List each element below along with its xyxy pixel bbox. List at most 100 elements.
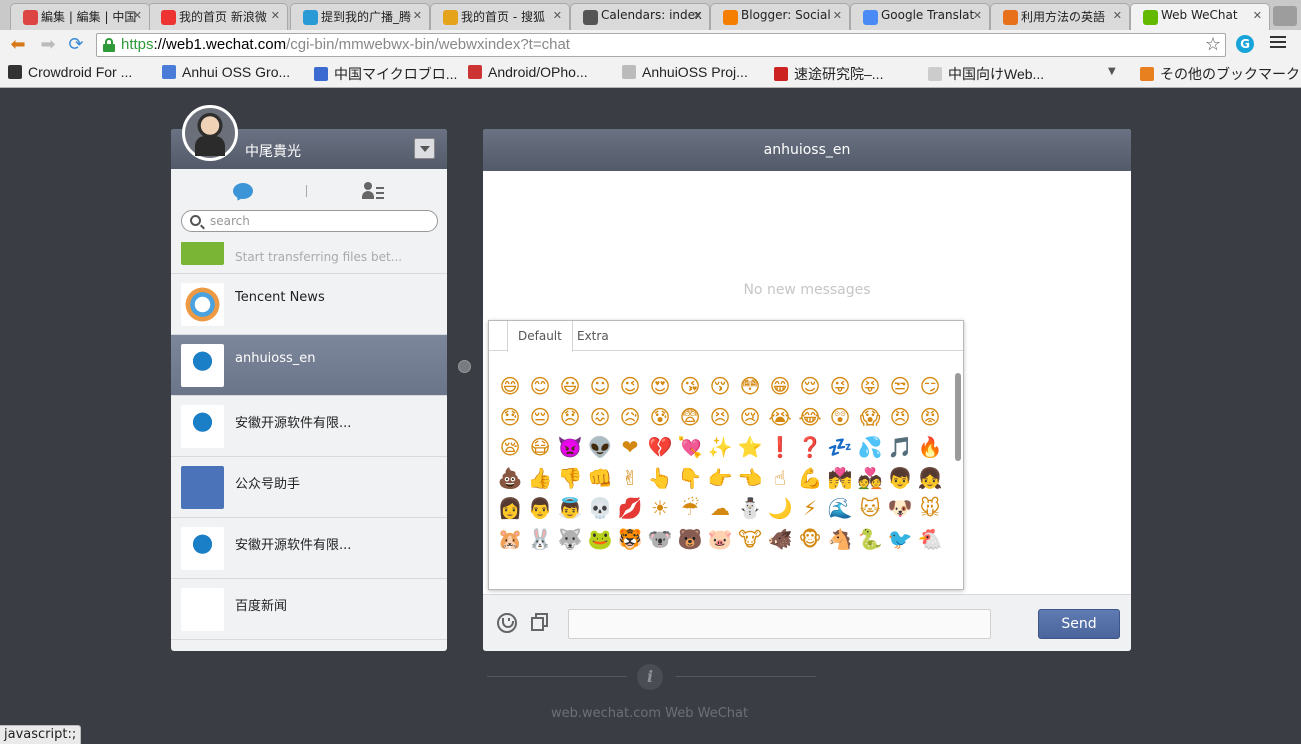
emoji-item[interactable]: 👨 — [525, 493, 555, 524]
emoji-item[interactable]: 👊 — [585, 463, 615, 494]
emoji-item[interactable]: 🐶 — [885, 493, 915, 524]
emoji-item[interactable]: 💩 — [495, 463, 525, 494]
close-tab-icon[interactable]: ✕ — [1113, 9, 1122, 22]
address-bar[interactable]: https://web1.wechat.com/cgi-bin/mmwebwx-… — [96, 33, 1226, 57]
conversation-item[interactable]: anhuioss_en — [171, 335, 447, 396]
emoji-item[interactable]: 😨 — [675, 402, 705, 433]
emoji-item[interactable]: 🐰 — [525, 524, 555, 554]
emoji-item[interactable]: ☔ — [675, 493, 705, 524]
browser-tab[interactable]: Google Translat ✕ — [850, 3, 990, 30]
emoji-item[interactable]: 🐻 — [675, 524, 705, 554]
emoji-item[interactable]: 🎵 — [885, 432, 915, 463]
bookmark-item[interactable]: 中国向けWeb... — [928, 64, 1044, 84]
emoji-item[interactable]: 💑 — [855, 463, 885, 494]
conversation-item[interactable]: Start transferring files bet... — [171, 242, 447, 274]
emoji-item[interactable]: 😞 — [555, 402, 585, 433]
emoji-item[interactable]: 😝 — [855, 371, 885, 402]
close-tab-icon[interactable]: ✕ — [693, 9, 702, 22]
bookmark-item[interactable]: 中国マイクロブロ... — [314, 64, 457, 84]
emoji-item[interactable]: 👇 — [675, 463, 705, 494]
contacts-icon[interactable] — [362, 182, 384, 200]
emoji-item[interactable]: 💏 — [825, 463, 855, 494]
close-tab-icon[interactable]: ✕ — [1253, 9, 1262, 22]
emoji-item[interactable]: 👿 — [555, 432, 585, 463]
panel-resize-handle[interactable] — [458, 360, 471, 373]
close-tab-icon[interactable]: ✕ — [413, 9, 422, 22]
search-input[interactable] — [210, 213, 430, 229]
emoji-item[interactable]: 💘 — [675, 432, 705, 463]
browser-tab[interactable]: 我的首页 - 搜狐 ✕ — [430, 3, 570, 30]
emoji-item[interactable]: 🐸 — [585, 524, 615, 554]
emoji-item[interactable]: 👩 — [495, 493, 525, 524]
bookmark-item[interactable]: 速途研究院–... — [774, 64, 883, 84]
emoji-item[interactable]: 💪 — [795, 463, 825, 494]
emoji-item[interactable]: 🐦 — [885, 524, 915, 554]
close-tab-icon[interactable]: ✕ — [553, 9, 562, 22]
emoji-item[interactable]: ✨ — [705, 432, 735, 463]
emoji-item[interactable]: 😳 — [735, 371, 765, 402]
emoji-item[interactable]: 😷 — [525, 432, 555, 463]
send-file-icon[interactable] — [531, 613, 549, 632]
emoji-item[interactable]: ⛄ — [735, 493, 765, 524]
browser-tab[interactable]: 提到我的广播_腾 ✕ — [290, 3, 430, 30]
browser-tab[interactable]: Calendars: index ✕ — [570, 3, 710, 30]
emoji-item[interactable]: 🐴 — [825, 524, 855, 554]
emoji-item[interactable]: 🐷 — [705, 524, 735, 554]
emoji-item[interactable]: ☺ — [585, 371, 615, 402]
close-tab-icon[interactable]: ✕ — [833, 9, 842, 22]
emoji-item[interactable]: 🐍 — [855, 524, 885, 554]
emoji-item[interactable]: ☝ — [765, 463, 795, 494]
browser-tab[interactable]: Blogger: Social ✕ — [710, 3, 850, 30]
close-tab-icon[interactable]: ✕ — [973, 9, 982, 22]
conversation-item[interactable]: 安徽开源软件有限... — [171, 396, 447, 457]
emoji-item[interactable]: 😌 — [795, 371, 825, 402]
emoji-item[interactable]: 😰 — [645, 402, 675, 433]
emoji-item[interactable]: ❗ — [765, 432, 795, 463]
emoji-item[interactable]: 😉 — [615, 371, 645, 402]
user-avatar[interactable] — [182, 105, 238, 161]
emoji-item[interactable]: 🐔 — [915, 524, 945, 554]
emoji-item[interactable]: 😪 — [495, 432, 525, 463]
emoji-item[interactable]: 💦 — [855, 432, 885, 463]
emoji-item[interactable]: 😍 — [645, 371, 675, 402]
emoji-item[interactable]: 🐭 — [915, 493, 945, 524]
bookmark-item[interactable]: Anhui OSS Gro... — [162, 64, 290, 80]
emoji-item[interactable]: 😁 — [765, 371, 795, 402]
emoji-item[interactable]: 👼 — [555, 493, 585, 524]
emoji-item[interactable]: 😜 — [825, 371, 855, 402]
emoji-item[interactable]: 👽 — [585, 432, 615, 463]
emoji-item[interactable]: 💋 — [615, 493, 645, 524]
emoji-item[interactable]: ❓ — [795, 432, 825, 463]
emoji-item[interactable]: 😣 — [705, 402, 735, 433]
emoji-item[interactable]: 😱 — [855, 402, 885, 433]
emoji-item[interactable]: 😘 — [675, 371, 705, 402]
emoji-item[interactable]: 😂 — [795, 402, 825, 433]
reload-icon[interactable]: ⟳ — [64, 33, 88, 57]
emoji-item[interactable]: 😭 — [765, 402, 795, 433]
forward-arrow-icon[interactable]: ➡ — [36, 33, 60, 57]
emoji-item[interactable]: 👆 — [645, 463, 675, 494]
emoji-item[interactable]: 👦 — [885, 463, 915, 494]
emoji-item[interactable]: 😡 — [915, 402, 945, 433]
emoji-item[interactable]: 🔥 — [915, 432, 945, 463]
conversation-item[interactable]: 公众号助手 — [171, 457, 447, 518]
emoji-item[interactable]: ❤ — [615, 432, 645, 463]
emoji-item[interactable]: 😲 — [825, 402, 855, 433]
emoji-scrollbar[interactable] — [955, 373, 961, 461]
browser-tab[interactable]: 利用方法の英語 ✕ — [990, 3, 1130, 30]
hamburger-menu-icon[interactable] — [1270, 36, 1286, 51]
emoji-picker-icon[interactable] — [497, 613, 517, 633]
other-bookmarks[interactable]: その他のブックマーク — [1140, 64, 1300, 84]
extension-icon[interactable]: G — [1236, 35, 1254, 53]
new-tab-button[interactable] — [1273, 6, 1297, 26]
conversation-item[interactable]: 安徽开源软件有限... — [171, 518, 447, 579]
browser-tab[interactable]: 我的首页 新浪微 ✕ — [148, 3, 288, 30]
emoji-item[interactable]: 🐮 — [735, 524, 765, 554]
tab-extra[interactable]: Extra — [567, 321, 619, 351]
tab-default[interactable]: Default — [507, 321, 573, 352]
emoji-item[interactable]: 😄 — [495, 371, 525, 402]
emoji-item[interactable]: ✌ — [615, 463, 645, 494]
emoji-item[interactable]: 🐹 — [495, 524, 525, 554]
emoji-item[interactable]: ⚡ — [795, 493, 825, 524]
emoji-item[interactable]: 👈 — [735, 463, 765, 494]
